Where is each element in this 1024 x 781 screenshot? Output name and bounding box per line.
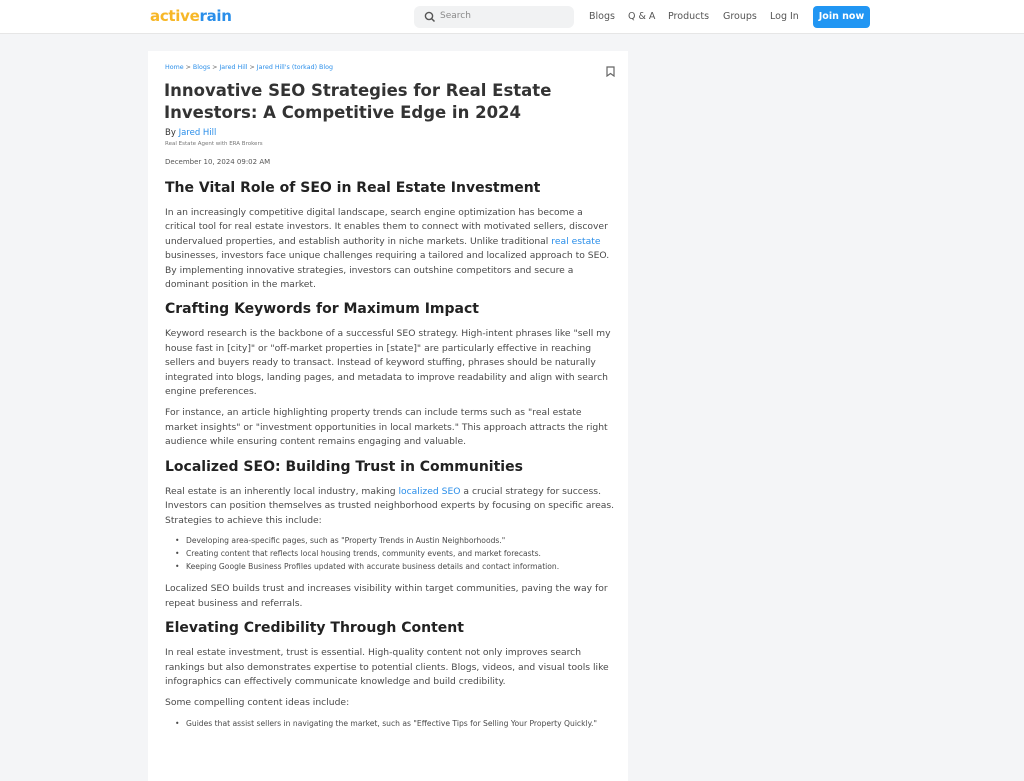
localized-seo-link[interactable]: localized SEO (398, 486, 460, 497)
breadcrumb-blogs[interactable]: Blogs (193, 64, 210, 71)
breadcrumb-separator: > (185, 64, 191, 71)
breadcrumb-separator: > (212, 64, 218, 71)
list-item: Creating content that reflects local hou… (165, 548, 615, 561)
list-item: Guides that assist sellers in navigating… (165, 718, 615, 731)
breadcrumb-home[interactable]: Home (165, 64, 184, 71)
byline: By Jared Hill (165, 128, 216, 138)
activerain-logo[interactable]: activerain (150, 7, 232, 25)
search-placeholder: Search (440, 11, 471, 21)
by-label: By (165, 128, 176, 138)
article-body: The Vital Role of SEO in Real Estate Inv… (165, 178, 615, 740)
text: businesses, investors face unique challe… (165, 250, 610, 291)
section-heading: Crafting Keywords for Maximum Impact (165, 301, 479, 318)
breadcrumb-separator: > (249, 64, 255, 71)
real-estate-link[interactable]: real estate (551, 236, 600, 247)
nav-products[interactable]: Products (668, 11, 709, 22)
paragraph: For instance, an article highlighting pr… (165, 407, 608, 448)
logo-text-active: active (150, 7, 200, 25)
search-input[interactable]: Search (414, 6, 574, 28)
text: Real estate is an inherently local indus… (165, 485, 399, 497)
paragraph: Localized SEO builds trust and increases… (165, 583, 608, 609)
join-now-button[interactable]: Join now (813, 6, 870, 28)
paragraph: Some compelling content ideas include: (165, 697, 350, 709)
search-icon (424, 11, 436, 23)
bullet-list: Guides that assist sellers in navigating… (165, 718, 615, 731)
author-role: Real Estate Agent with ERA Brokers (165, 141, 263, 147)
bookmark-icon[interactable] (606, 66, 615, 77)
logo-text-rain: rain (199, 7, 232, 25)
article-card: Home > Blogs > Jared Hill > Jared Hill's… (148, 51, 628, 781)
nav-blogs[interactable]: Blogs (589, 11, 615, 22)
paragraph: Real estate is an inherently local indus… (165, 485, 615, 528)
paragraph: In real estate investment, trust is esse… (165, 647, 609, 687)
text: In an increasingly competitive digital l… (165, 207, 608, 247)
nav-login[interactable]: Log In (770, 11, 799, 22)
list-item: Developing area-specific pages, such as … (165, 535, 615, 548)
author-link[interactable]: Jared Hill (179, 128, 217, 138)
breadcrumb: Home > Blogs > Jared Hill > Jared Hill's… (165, 64, 333, 71)
section-heading: The Vital Role of SEO in Real Estate Inv… (165, 180, 541, 196)
paragraph: Keyword research is the backbone of a su… (165, 328, 611, 398)
article-title: Innovative SEO Strategies for Real Estat… (164, 81, 552, 122)
section-heading: Elevating Credibility Through Content (165, 620, 464, 637)
paragraph: In an increasingly competitive digital l… (165, 206, 615, 292)
top-navbar: activerain Search Blogs Q & A Products G… (0, 0, 1024, 34)
nav-groups[interactable]: Groups (723, 11, 757, 22)
section-heading: Localized SEO: Building Trust in Communi… (165, 458, 523, 475)
nav-qa[interactable]: Q & A (628, 11, 655, 22)
post-date: December 10, 2024 09:02 AM (165, 158, 271, 166)
breadcrumb-author[interactable]: Jared Hill (219, 64, 247, 71)
bullet-list: Developing area-specific pages, such as … (165, 535, 615, 573)
list-item: Keeping Google Business Profiles updated… (165, 561, 615, 574)
breadcrumb-blog[interactable]: Jared Hill's (torkad) Blog (257, 64, 333, 71)
